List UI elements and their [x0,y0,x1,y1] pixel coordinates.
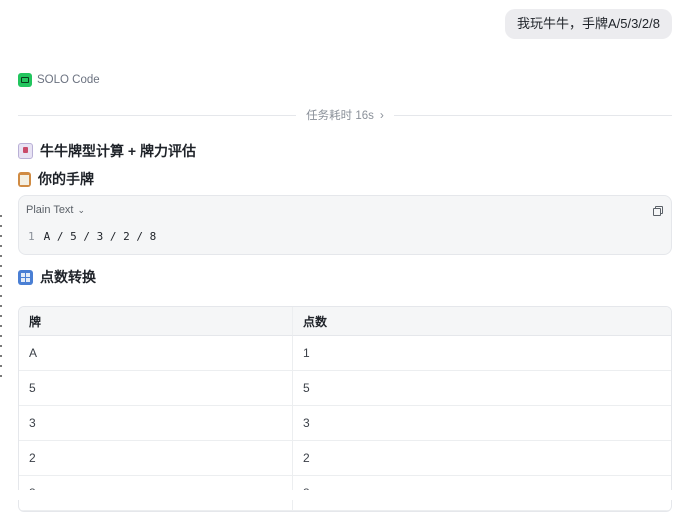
table-header-row: 牌 点数 [19,307,671,336]
section-title-text: 牛牛牌型计算 + 牌力评估 [40,143,196,159]
hand-heading: 你的手牌 [18,169,94,189]
table-cell: A [19,336,293,371]
points-heading: 点数转换 [18,267,96,287]
column-header-card: 牌 [19,307,293,336]
task-duration-label: 任务耗时 16s [306,110,374,122]
chevron-down-icon: ⌄ [77,204,86,215]
table-cell: 3 [293,406,671,441]
table-cell: 5 [293,371,671,406]
agent-label: SOLO Code [18,73,100,87]
table-cell: 1 [293,336,671,371]
table-cell: 2 [293,441,671,476]
table-row: 3 3 [19,406,671,441]
code-language-label: Plain Text [26,204,74,216]
code-content: A / 5 / 3 / 2 / 8 [43,230,157,243]
section-title: 牛牛牌型计算 + 牌力评估 [18,141,196,161]
code-line: 1 A / 5 / 3 / 2 / 8 [28,230,156,243]
numbers-icon [18,269,33,285]
chevron-right-icon: › [379,108,384,122]
code-language-select[interactable]: Plain Text ⌄ [26,204,85,216]
divider-line-left [18,114,297,116]
code-block: Plain Text ⌄ 1 A / 5 / 3 / 2 / 8 [18,195,672,255]
copy-icon[interactable] [653,206,663,216]
clipboard-icon [18,171,31,187]
task-duration-toggle[interactable]: 任务耗时 16s › [296,107,394,123]
table-row: A 1 [19,336,671,371]
hand-heading-text: 你的手牌 [38,171,94,187]
agent-name: SOLO Code [37,74,100,86]
solo-code-icon [18,73,32,87]
table-cell: 3 [19,406,293,441]
table-row: 2 2 [19,441,671,476]
viewport-bottom-mask [0,490,685,500]
line-number: 1 [28,230,35,243]
playing-cards-icon [18,143,33,159]
user-message-bubble: 我玩牛牛，手牌A/5/3/2/8 [504,9,672,39]
points-heading-text: 点数转换 [40,269,96,285]
table-cell: 5 [19,371,293,406]
divider-line-right [393,114,672,116]
task-duration-divider: 任务耗时 16s › [18,107,672,123]
points-table: 牌 点数 A 1 5 5 3 3 2 2 8 8 [18,306,672,512]
left-scroll-rail [0,215,2,380]
table-row: 5 5 [19,371,671,406]
table-cell: 2 [19,441,293,476]
column-header-points: 点数 [293,307,671,336]
